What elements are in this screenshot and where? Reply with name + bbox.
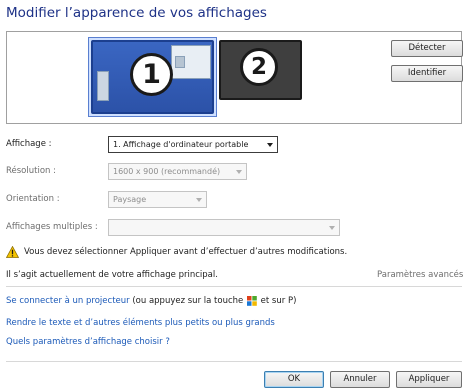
- chevron-down-icon: [232, 164, 246, 179]
- projector-hint-prefix: (ou appuyez sur la touche: [129, 296, 246, 306]
- projector-row: Se connecter à un projecteur (ou appuyez…: [6, 296, 296, 306]
- windows-logo-icon: [246, 296, 257, 306]
- monitor-2[interactable]: 2: [219, 40, 302, 100]
- divider: [6, 361, 462, 362]
- monitor-1[interactable]: 1: [91, 40, 214, 114]
- warning-icon: [6, 246, 19, 258]
- cancel-button[interactable]: Annuler: [330, 371, 390, 388]
- ok-button[interactable]: OK: [264, 371, 324, 388]
- monitor-preview-area: 1 2 Détecter Identifier: [6, 31, 463, 124]
- chevron-down-icon: [263, 137, 277, 152]
- multiple-displays-select[interactable]: [108, 219, 340, 236]
- multiple-displays-label: Affichages multiples :: [6, 222, 98, 232]
- mini-window: [97, 71, 109, 101]
- chevron-down-icon: [325, 220, 339, 235]
- text-size-link[interactable]: Rendre le texte et d’autres éléments plu…: [6, 318, 275, 328]
- resolution-select[interactable]: 1600 x 900 (recommandé): [108, 163, 247, 180]
- chevron-down-icon: [192, 192, 206, 207]
- resolution-label: Résolution :: [6, 166, 56, 176]
- which-settings-link[interactable]: Quels paramètres d’affichage choisir ?: [6, 337, 170, 347]
- projector-hint-suffix: et sur P): [257, 296, 297, 306]
- apply-button[interactable]: Appliquer: [396, 371, 462, 388]
- connect-projector-link[interactable]: Se connecter à un projecteur: [6, 296, 130, 306]
- display-select-value: 1. Affichage d'ordinateur portable: [113, 140, 249, 149]
- divider: [6, 286, 462, 287]
- detect-button[interactable]: Détecter: [391, 40, 463, 57]
- warning-message: Vous devez sélectionner Appliquer avant …: [6, 246, 347, 258]
- orientation-label: Orientation :: [6, 194, 60, 204]
- display-label: Affichage :: [6, 139, 52, 149]
- warning-text: Vous devez sélectionner Appliquer avant …: [24, 247, 348, 257]
- primary-display-status: Il s’agit actuellement de votre affichag…: [6, 270, 218, 280]
- resolution-select-value: 1600 x 900 (recommandé): [113, 167, 221, 176]
- mini-window: [175, 56, 185, 68]
- orientation-select-value: Paysage: [113, 195, 147, 204]
- page-title: Modifier l’apparence de vos affichages: [6, 5, 267, 21]
- orientation-select[interactable]: Paysage: [108, 191, 207, 208]
- monitor-1-number: 1: [130, 53, 173, 96]
- identify-button[interactable]: Identifier: [391, 65, 463, 82]
- monitor-2-number: 2: [240, 48, 278, 86]
- display-select[interactable]: 1. Affichage d'ordinateur portable: [108, 136, 278, 153]
- advanced-settings-link[interactable]: Paramètres avancés: [377, 270, 463, 280]
